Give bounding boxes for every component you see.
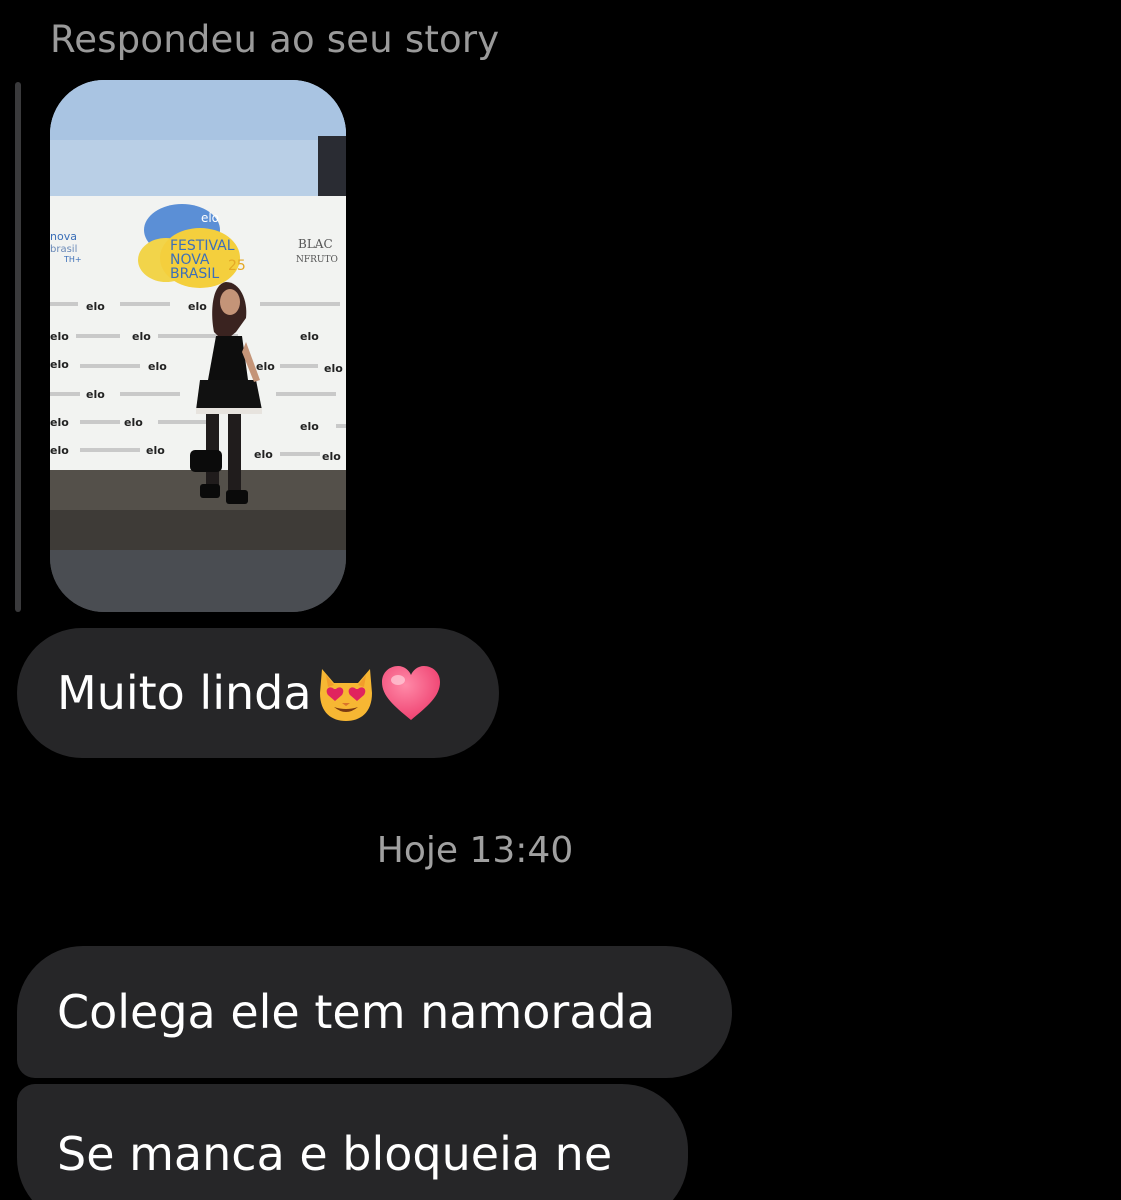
svg-text:elo: elo — [146, 444, 165, 457]
side-logo-line-3: TH+ — [63, 255, 82, 264]
svg-text:elo: elo — [50, 330, 69, 343]
festival-year: 25 — [228, 258, 246, 274]
svg-text:elo: elo — [148, 360, 167, 373]
right-logo-line-1: BLAC — [298, 237, 333, 251]
svg-text:elo: elo — [322, 450, 341, 463]
message-bubble[interactable]: Se manca e bloqueia ne — [17, 1084, 688, 1200]
svg-text:elo: elo — [188, 300, 207, 313]
svg-text:elo: elo — [50, 444, 69, 457]
backdrop-top-line: elo — [201, 211, 219, 225]
cat-heart-eyes-emoji-icon — [314, 663, 378, 723]
svg-text:elo: elo — [124, 416, 143, 429]
reply-indicator-line — [15, 82, 21, 612]
svg-text:elo: elo — [50, 416, 69, 429]
svg-text:elo: elo — [324, 362, 343, 375]
message-text: Muito linda — [57, 666, 312, 720]
svg-text:elo: elo — [254, 448, 273, 461]
svg-text:elo: elo — [86, 388, 105, 401]
message-bubble[interactable]: Muito linda — [17, 628, 499, 758]
heart-emoji-icon — [380, 664, 442, 722]
story-thumbnail[interactable]: elo FESTIVAL NOVA BRASIL 25 nova brasil … — [50, 80, 346, 612]
story-reply-label: Respondeu ao seu story — [50, 18, 500, 61]
svg-text:elo: elo — [300, 330, 319, 343]
dm-conversation-screen: Respondeu ao seu story elo FESTIVAL NOVA… — [0, 0, 1121, 1200]
svg-text:elo: elo — [50, 358, 69, 371]
message-text: Colega ele tem namorada — [57, 985, 655, 1039]
right-logo-line-2: NFRUTO — [296, 255, 338, 265]
side-logo-line-2: brasil — [50, 244, 77, 255]
message-text: Se manca e bloqueia ne — [57, 1127, 613, 1181]
svg-text:elo: elo — [300, 420, 319, 433]
svg-text:elo: elo — [132, 330, 151, 343]
message-bubble[interactable]: Colega ele tem namorada — [17, 946, 732, 1078]
message-timestamp: Hoje 13:40 — [376, 830, 574, 871]
festival-line-3: BRASIL — [170, 266, 219, 282]
side-logo-line-1: nova — [50, 230, 77, 243]
svg-text:elo: elo — [86, 300, 105, 313]
svg-text:elo: elo — [256, 360, 275, 373]
